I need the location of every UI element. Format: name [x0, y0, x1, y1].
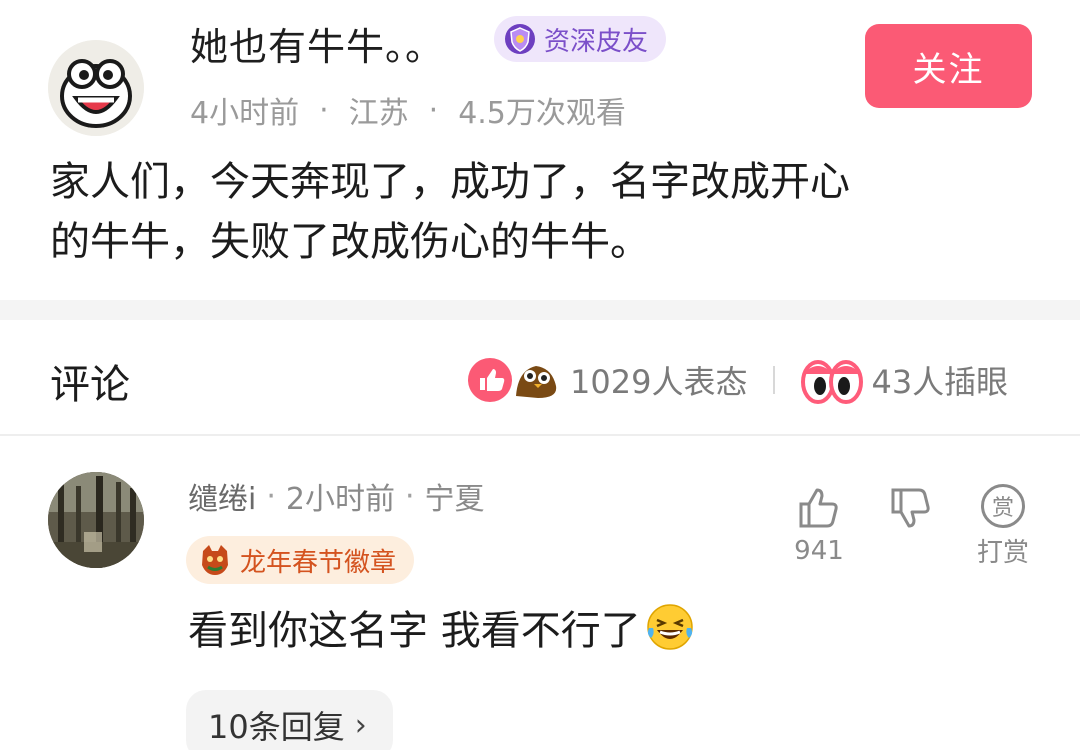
dragon-badge-icon — [202, 545, 228, 575]
forest-photo-avatar-icon — [48, 472, 144, 568]
post-time: 4小时前 — [190, 96, 300, 131]
tip-icon-char: 赏 — [991, 496, 1014, 521]
dislike-action[interactable] — [876, 484, 946, 532]
section-gap — [0, 300, 1080, 320]
senior-member-badge[interactable]: 资深皮友 — [494, 16, 667, 62]
meta-separator: · — [428, 92, 439, 128]
reaction-divider — [773, 366, 776, 394]
comment-text: 看到你这名字 我看不行了 — [188, 598, 695, 656]
like-count: 941 — [794, 536, 844, 566]
meta-separator: · — [319, 92, 329, 128]
view-replies-button[interactable]: 10条回复 › — [186, 690, 393, 750]
festival-badge[interactable]: 龙年春节徽章 — [186, 536, 415, 584]
post-body-line: 家人们，今天奔现了，成功了，名字改成开心 — [50, 159, 850, 205]
tip-icon: 赏 — [981, 484, 1025, 528]
comment-body: 看到你这名字 我看不行了 — [188, 608, 641, 654]
post-body: 家人们，今天奔现了，成功了，名字改成开心 的牛牛，失败了改成伤心的牛牛。 — [50, 152, 1050, 272]
thumbs-up-reaction-icon — [468, 358, 557, 402]
post-page: 她也有牛牛。。 资深皮友 关注 4小时前 · 江苏 · 4.5万次观看 家人们，… — [0, 0, 1080, 750]
tip-action[interactable]: 赏 打赏 — [968, 484, 1038, 569]
reaction-icons — [466, 352, 566, 408]
senior-badge-label: 资深皮友 — [544, 26, 649, 57]
chevron-right-icon: › — [354, 707, 367, 743]
smiley-avatar-icon — [48, 40, 144, 136]
meta-separator: · — [404, 478, 415, 514]
post-location: 江苏 — [348, 96, 409, 131]
comment-location: 宁夏 — [424, 482, 485, 517]
post-views: 4.5万次观看 — [458, 96, 626, 131]
thumbs-up-icon — [799, 488, 838, 528]
reaction-count: 1029人表态 — [570, 363, 748, 401]
replies-label: 10条回复 — [208, 708, 345, 746]
laughing-tears-emoji-icon — [646, 604, 693, 650]
commenter-avatar[interactable] — [48, 472, 144, 568]
post-meta: 4小时前 · 江苏 · 4.5万次观看 — [190, 88, 626, 132]
meta-separator: · — [266, 478, 276, 514]
follow-button[interactable]: 关注 — [865, 24, 1032, 108]
comment-time: 2小时前 — [285, 482, 395, 517]
comment-meta: 缱绻i · 2小时前 · 宁夏 — [188, 474, 485, 518]
shield-badge-icon — [505, 24, 535, 54]
thumbs-down-icon — [891, 488, 930, 528]
eye-count: 43人插眼 — [871, 363, 1009, 401]
eyes-icon — [801, 360, 864, 404]
reactions-summary[interactable]: 1029人表态 43人插眼 — [466, 352, 1008, 408]
tip-label: 打赏 — [976, 538, 1029, 568]
author-name[interactable]: 她也有牛牛。。 — [190, 16, 444, 71]
comments-divider — [0, 434, 1080, 436]
like-action[interactable]: 941 — [784, 484, 854, 566]
festival-badge-label: 龙年春节徽章 — [240, 547, 397, 578]
post-body-line: 的牛牛，失败了改成伤心的牛牛。 — [50, 219, 650, 265]
commenter-name[interactable]: 缱绻i — [188, 474, 256, 518]
comments-title: 评论 — [50, 362, 130, 408]
author-avatar[interactable] — [48, 40, 144, 136]
